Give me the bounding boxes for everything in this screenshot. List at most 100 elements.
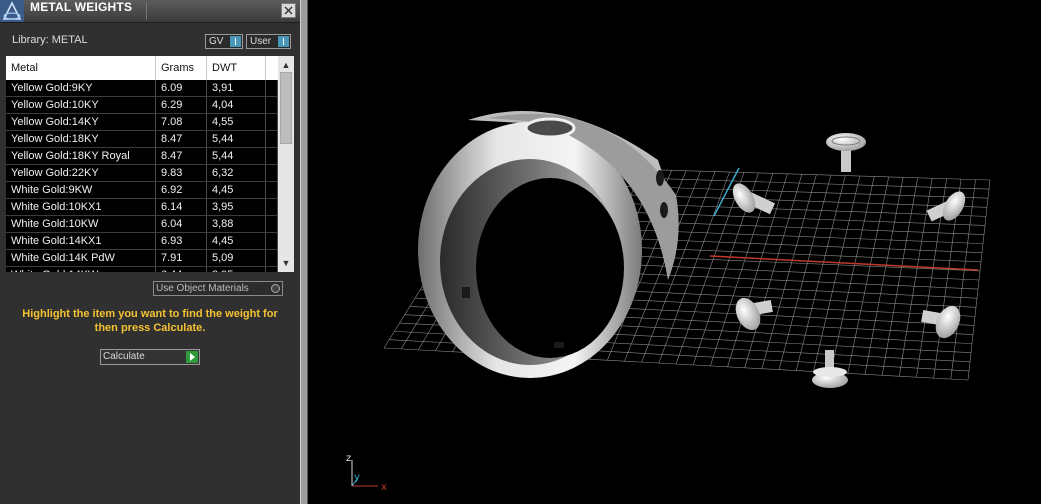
instruction-text: Highlight the item you want to find the … xyxy=(22,308,278,334)
table-row[interactable]: White Gold:14KX1 6.93 4,45 xyxy=(6,233,278,250)
peg-top[interactable] xyxy=(826,133,866,172)
axis-triad-icon: z y x xyxy=(346,453,387,493)
dwt-cell: 5,09 xyxy=(207,250,266,266)
table-header: Metal Grams DWT xyxy=(6,56,278,80)
scroll-up-icon[interactable]: ▲ xyxy=(278,58,294,72)
dwt-cell: 5,44 xyxy=(207,131,266,147)
title-divider xyxy=(146,2,147,20)
dwt-cell: 3,95 xyxy=(207,267,266,272)
metal-cell: White Gold:14KX1 xyxy=(6,233,156,249)
ring-model[interactable] xyxy=(418,111,679,378)
table-row[interactable]: White Gold:10KX1 6.14 3,95 xyxy=(6,199,278,216)
empty-cell xyxy=(266,250,278,266)
grams-cell: 6.14 xyxy=(156,199,207,215)
use-object-materials-toggle[interactable]: Use Object Materials xyxy=(153,281,283,296)
use-object-materials-label: Use Object Materials xyxy=(156,283,249,294)
scroll-thumb[interactable] xyxy=(280,72,292,144)
empty-cell xyxy=(266,148,278,164)
table-row[interactable]: Yellow Gold:22KY 9.83 6,32 xyxy=(6,165,278,182)
radio-icon xyxy=(271,284,280,293)
panel-title: METAL WEIGHTS xyxy=(30,0,133,14)
gv-toggle[interactable]: GV xyxy=(205,34,243,49)
metal-cell: White Gold:10KX1 xyxy=(6,199,156,215)
dwt-cell: 3,95 xyxy=(207,199,266,215)
metal-weights-panel: METAL WEIGHTS Library: METAL GV User Met… xyxy=(0,0,300,504)
3d-viewport[interactable]: z y x xyxy=(308,0,1041,504)
y-axis-label: y xyxy=(354,472,360,483)
close-icon xyxy=(284,6,293,15)
app-logo-icon xyxy=(0,0,24,22)
dwt-cell: 4,45 xyxy=(207,182,266,198)
grams-cell: 6.29 xyxy=(156,97,207,113)
empty-cell xyxy=(266,182,278,198)
peg-upper-left[interactable] xyxy=(728,180,776,217)
metal-cell: White Gold:9KW xyxy=(6,182,156,198)
metal-cell: Yellow Gold:22KY xyxy=(6,165,156,181)
z-axis-label: z xyxy=(346,453,351,464)
table-row[interactable]: White Gold:10KW 6.04 3,88 xyxy=(6,216,278,233)
panel-titlebar[interactable]: METAL WEIGHTS xyxy=(0,0,300,23)
dwt-cell: 6,32 xyxy=(207,165,266,181)
metal-cell: Yellow Gold:14KY xyxy=(6,114,156,130)
grams-cell: 7.91 xyxy=(156,250,207,266)
close-button[interactable] xyxy=(281,3,296,18)
dwt-cell: 4,45 xyxy=(207,233,266,249)
column-header-metal[interactable]: Metal xyxy=(6,56,156,80)
calculate-button[interactable]: Calculate xyxy=(100,349,200,365)
play-icon xyxy=(186,351,198,363)
grams-cell: 6.93 xyxy=(156,233,207,249)
toggle-icon xyxy=(230,36,241,47)
dwt-cell: 3,88 xyxy=(207,216,266,232)
grams-cell: 8.47 xyxy=(156,131,207,147)
peg-lower-left[interactable] xyxy=(731,294,773,334)
empty-cell xyxy=(266,165,278,181)
table-row[interactable]: Yellow Gold:18KY 8.47 5,44 xyxy=(6,131,278,148)
empty-cell xyxy=(266,114,278,130)
grams-cell: 7.08 xyxy=(156,114,207,130)
metal-table: Metal Grams DWT Yellow Gold:9KY 6.09 3,91 Y… xyxy=(6,56,294,272)
dwt-cell: 5,44 xyxy=(207,148,266,164)
empty-cell xyxy=(266,216,278,232)
grams-cell: 6.92 xyxy=(156,182,207,198)
column-header-dwt[interactable]: DWT xyxy=(207,56,266,80)
library-label: Library: METAL xyxy=(12,34,88,46)
metal-cell: Yellow Gold:18KY xyxy=(6,131,156,147)
table-body: Yellow Gold:9KY 6.09 3,91 Yellow Gold:10KY 6… xyxy=(6,80,278,272)
metal-cell: Yellow Gold:10KY xyxy=(6,97,156,113)
dwt-cell: 4,04 xyxy=(207,97,266,113)
table-row[interactable]: Yellow Gold:14KY 7.08 4,55 xyxy=(6,114,278,131)
empty-cell xyxy=(266,267,278,272)
peg-upper-right[interactable] xyxy=(926,188,970,225)
grams-cell: 6.44 xyxy=(156,267,207,272)
x-axis-line xyxy=(709,255,979,271)
user-toggle-label: User xyxy=(250,36,272,47)
table-row[interactable]: White Gold:14K PdW 7.91 5,09 xyxy=(6,250,278,267)
user-toggle[interactable]: User xyxy=(246,34,291,49)
dwt-cell: 4,55 xyxy=(207,114,266,130)
gv-toggle-label: GV xyxy=(209,36,224,47)
column-header-grams[interactable]: Grams xyxy=(156,56,207,80)
table-row[interactable]: White Gold:14KW6.443,95 xyxy=(6,267,278,272)
dwt-cell: 3,91 xyxy=(207,80,266,96)
metal-cell: Yellow Gold:9KY xyxy=(6,80,156,96)
empty-cell xyxy=(266,233,278,249)
metal-cell: White Gold:14KW xyxy=(6,267,156,272)
table-row[interactable]: White Gold:9KW 6.92 4,45 xyxy=(6,182,278,199)
metal-cell: White Gold:10KW xyxy=(6,216,156,232)
table-row[interactable]: Yellow Gold:10KY 6.29 4,04 xyxy=(6,97,278,114)
empty-cell xyxy=(266,131,278,147)
table-row[interactable]: Yellow Gold:9KY 6.09 3,91 xyxy=(6,80,278,97)
grams-cell: 9.83 xyxy=(156,165,207,181)
panel-splitter[interactable] xyxy=(300,0,308,504)
grams-cell: 8.47 xyxy=(156,148,207,164)
table-row[interactable]: Yellow Gold:18KY Royal 8.47 5,44 xyxy=(6,148,278,165)
grams-cell: 6.09 xyxy=(156,80,207,96)
scroll-down-icon[interactable]: ▼ xyxy=(278,256,294,270)
grams-cell: 6.04 xyxy=(156,216,207,232)
calculate-label: Calculate xyxy=(103,351,145,362)
empty-cell xyxy=(266,80,278,96)
empty-cell xyxy=(266,97,278,113)
scene xyxy=(383,111,991,388)
table-scrollbar[interactable]: ▲ ▼ xyxy=(278,56,294,272)
metal-cell: White Gold:14K PdW xyxy=(6,250,156,266)
